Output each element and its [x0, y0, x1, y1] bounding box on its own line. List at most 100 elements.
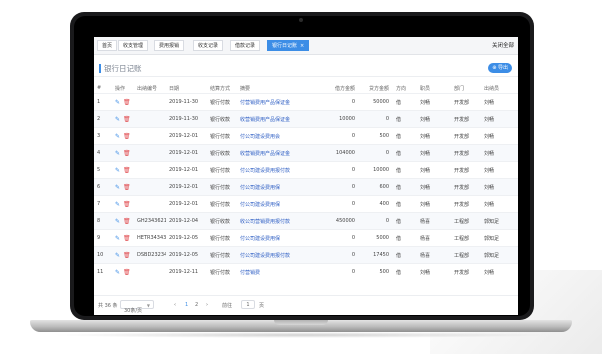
- row-actions: ✎ 🗑: [112, 144, 134, 162]
- goto-page-input[interactable]: 1: [241, 300, 255, 309]
- cell-date: 2019-12-05: [166, 246, 207, 264]
- cell-staff: 刘畅: [417, 195, 451, 213]
- trash-icon[interactable]: 🗑: [123, 116, 131, 123]
- column-header: 结算方式: [210, 85, 231, 92]
- edit-icon[interactable]: ✎: [115, 269, 120, 276]
- chevron-down-icon: ▼: [146, 303, 150, 308]
- cell-no: 1: [94, 93, 112, 111]
- row-actions: ✎ 🗑: [112, 246, 134, 264]
- table-row: 5 ✎ 🗑 2019-12-01 银行付款 付公司建设费用报付款 0 10000 借刘畅 开发部刘…: [94, 161, 518, 179]
- tab-expense-claim[interactable]: 费用报销: [154, 40, 185, 51]
- cell-method: 银行收款: [207, 110, 237, 128]
- close-all-button[interactable]: 关闭全部: [492, 41, 514, 49]
- cell-staff: 刘畅: [417, 110, 451, 128]
- column-header: 方向: [396, 85, 407, 92]
- camera-dot: [299, 18, 303, 22]
- cell-dir: 借: [393, 246, 417, 264]
- edit-icon[interactable]: ✎: [115, 201, 120, 208]
- cell-dir: 借: [393, 161, 417, 179]
- table-row: 4 ✎ 🗑 2019-12-01 银行收款 收营销费用产品保证金 104000 0 借刘畅 开发部…: [94, 144, 518, 162]
- cell-debit: 450000: [319, 212, 359, 230]
- edit-icon[interactable]: ✎: [115, 133, 120, 140]
- tab-bar: 首页 收支管理 费用报销 收支记录 借款记录 银行日记账 × 关闭全部: [94, 37, 518, 55]
- cell-staff: 杨喜: [417, 229, 451, 247]
- cell-staff: 刘畅: [417, 161, 451, 179]
- edit-icon[interactable]: ✎: [115, 252, 120, 259]
- edit-icon[interactable]: ✎: [115, 184, 120, 191]
- cell-credit: 400: [359, 195, 393, 213]
- page-title: 银行日记账: [104, 64, 142, 73]
- trash-icon[interactable]: 🗑: [123, 184, 131, 191]
- edit-icon[interactable]: ✎: [115, 99, 120, 106]
- cell-debit: 0: [319, 229, 359, 247]
- cell-method: 银行付款: [207, 161, 237, 179]
- cell-dir: 借: [393, 178, 417, 196]
- cell-summary: 付公司建设费用保: [237, 178, 319, 196]
- close-icon[interactable]: ×: [300, 43, 304, 49]
- tab-bank-journal[interactable]: 银行日记账 ×: [267, 40, 310, 51]
- cell-no: 9: [94, 229, 112, 247]
- cell-cashier: 郭知足: [481, 229, 518, 247]
- trash-icon[interactable]: 🗑: [123, 99, 131, 106]
- table-row: 7 ✎ 🗑 2019-12-01 银行付款 付公司建设费用保 0 400 借刘畅 开发部 刘畅: [94, 195, 518, 213]
- table-row: 6 ✎ 🗑 2019-12-01 银行付款 付公司建设费用保 0 600 借刘畅 开发部 刘畅: [94, 178, 518, 196]
- trash-icon[interactable]: 🗑: [123, 269, 131, 276]
- cell-no: 6: [94, 178, 112, 196]
- cell-no: 5: [94, 161, 112, 179]
- cell-credit: 0: [359, 212, 393, 230]
- edit-icon[interactable]: ✎: [115, 218, 120, 225]
- cell-summary: 付营销费用产品保证金: [237, 93, 319, 111]
- tab-income-expense[interactable]: 收支管理: [118, 40, 149, 51]
- table-row: 3 ✎ 🗑 2019-12-01 银行付款 付公司建设费用会 0 500 借刘畅 开发部 刘畅: [94, 127, 518, 145]
- cell-debit: 0: [319, 195, 359, 213]
- column-header: 出纳员: [484, 85, 500, 92]
- trash-icon[interactable]: 🗑: [123, 167, 131, 174]
- cell-dept: 开发部: [451, 110, 481, 128]
- row-actions: ✎ 🗑: [112, 127, 134, 145]
- tab-bank-journal-label: 银行日记账: [272, 43, 298, 49]
- edit-icon[interactable]: ✎: [115, 167, 120, 174]
- trash-icon[interactable]: 🗑: [123, 252, 131, 259]
- trash-icon[interactable]: 🗑: [123, 218, 131, 225]
- page-number[interactable]: 1: [185, 302, 188, 308]
- cell-dept: 工程部: [451, 212, 481, 230]
- trash-icon[interactable]: 🗑: [123, 201, 131, 208]
- cell-staff: 刘畅: [417, 127, 451, 145]
- cell-dept: 开发部: [451, 161, 481, 179]
- export-button[interactable]: ⊕ 导出: [488, 63, 512, 73]
- table-row: 10 ✎ 🗑 DSBD23234 2019-12-05 银行付款 付公司建设费用报付款 0 17…: [94, 246, 518, 264]
- table-row: 9 ✎ 🗑 HETR34343 2019-12-05 银行付款 付公司建设费用保 0 5000 借…: [94, 229, 518, 247]
- cell-date: 2019-12-01: [166, 178, 207, 196]
- prev-page-button[interactable]: ‹: [174, 302, 176, 308]
- edit-icon[interactable]: ✎: [115, 235, 120, 242]
- cell-dir: 借: [393, 110, 417, 128]
- edit-icon[interactable]: ✎: [115, 150, 120, 157]
- cell-date: 2019-12-01: [166, 161, 207, 179]
- edit-icon[interactable]: ✎: [115, 116, 120, 123]
- cell-code: [134, 195, 166, 213]
- cell-dir: 借: [393, 263, 417, 280]
- cell-debit: 0: [319, 263, 359, 280]
- page-size-select[interactable]: 30条/页 ▼: [120, 300, 154, 314]
- page-number[interactable]: 2: [195, 302, 198, 308]
- column-header: 摘要: [240, 85, 251, 92]
- cell-summary: 付营销费: [237, 263, 319, 280]
- column-header: 贷方金额: [368, 85, 389, 92]
- cell-method: 银行付款: [207, 178, 237, 196]
- goto-label: 前往: [222, 303, 233, 309]
- cell-date: 2019-12-01: [166, 144, 207, 162]
- trash-icon[interactable]: 🗑: [123, 235, 131, 242]
- cell-credit: 50000: [359, 93, 393, 111]
- trash-icon[interactable]: 🗑: [123, 150, 131, 157]
- cell-summary: 付公司建设费用报付款: [237, 246, 319, 264]
- tab-income-records[interactable]: 收支记录: [193, 40, 224, 51]
- tab-loan-records[interactable]: 借款记录: [230, 40, 261, 51]
- cell-cashier: 刘畅: [481, 178, 518, 196]
- column-header: 职员: [420, 85, 431, 92]
- tab-home[interactable]: 首页: [97, 40, 118, 51]
- cell-code: [134, 127, 166, 145]
- next-page-button[interactable]: ›: [206, 302, 208, 308]
- cell-credit: 5000: [359, 229, 393, 247]
- cell-credit: 17450: [359, 246, 393, 264]
- trash-icon[interactable]: 🗑: [123, 133, 131, 140]
